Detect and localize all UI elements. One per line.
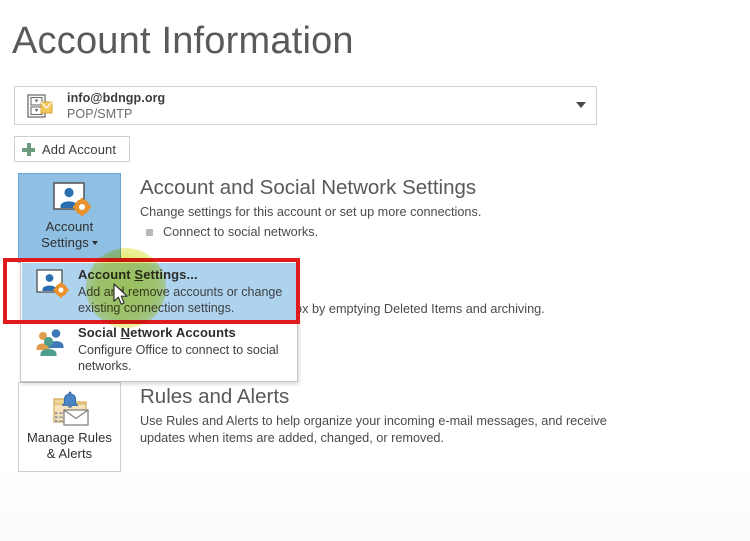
section-bullet-row: Connect to social networks.	[140, 224, 660, 241]
account-email-value: info@bdngp.org	[67, 91, 166, 105]
account-social-section: Account and Social Network Settings Chan…	[140, 176, 660, 241]
account-settings-tile-label: Account Settings	[19, 219, 120, 251]
add-account-button[interactable]: Add Account	[14, 136, 130, 162]
rules-alerts-section: Rules and Alerts Use Rules and Alerts to…	[140, 385, 660, 447]
menu-item-social-network-accounts[interactable]: Social Network Accounts Configure Office…	[22, 321, 298, 379]
caret-down-icon	[91, 241, 98, 246]
section-description: box by emptying Deleted Items and archiv…	[288, 302, 545, 316]
section-title: Account and Social Network Settings	[140, 176, 477, 199]
mail-account-icon	[27, 94, 53, 119]
menu-title-after: etwork Accounts	[130, 325, 236, 340]
menu-title-after: ettings...	[143, 267, 198, 282]
add-account-label: Add Account	[42, 141, 117, 157]
plus-icon	[22, 142, 35, 156]
page-title: Account Information	[12, 20, 354, 62]
section-title: Rules and Alerts	[140, 385, 290, 408]
section-description: Change settings for this account or set …	[140, 205, 482, 219]
outlook-account-information-screen: Account Information info@bdngp.org POP/S…	[0, 0, 750, 541]
menu-item-account-settings[interactable]: Account Settings... Add and remove accou…	[22, 263, 298, 321]
menu-item-title: Social Network Accounts	[78, 325, 236, 340]
manage-rules-alerts-tile[interactable]: Manage Rules & Alerts	[18, 382, 121, 472]
tile-label-line2: Settings	[41, 235, 89, 250]
menu-item-description: Add and remove accounts or change existi…	[78, 285, 283, 315]
account-settings-tile[interactable]: Account Settings	[18, 173, 121, 263]
section-description: Use Rules and Alerts to help organize yo…	[140, 414, 607, 445]
social-people-icon	[34, 327, 70, 357]
account-settings-dropdown-menu: Account Settings... Add and remove accou…	[20, 261, 298, 382]
account-selector-combobox[interactable]: info@bdngp.org POP/SMTP	[14, 86, 597, 125]
rules-alerts-icon	[48, 391, 92, 428]
bullet-square-icon	[146, 229, 153, 236]
tile-label-line1: Manage Rules	[26, 430, 113, 445]
account-type-value: POP/SMTP	[67, 107, 133, 121]
menu-title-accesskey: N	[120, 325, 131, 340]
menu-title-accesskey: S	[134, 267, 144, 282]
chevron-down-icon[interactable]	[576, 102, 586, 108]
section-bullet-text: Connect to social networks.	[163, 225, 319, 239]
person-gear-icon	[49, 182, 91, 217]
menu-title-before: Account	[78, 267, 135, 282]
tile-label-line1: Account	[45, 219, 94, 234]
manage-rules-tile-label: Manage Rules & Alerts	[19, 430, 120, 462]
person-gear-icon	[34, 269, 70, 299]
menu-item-description: Configure Office to connect to social ne…	[78, 343, 279, 373]
tile-label-line2: & Alerts	[46, 446, 93, 461]
menu-item-title: Account Settings...	[78, 267, 198, 282]
menu-title-before: Social	[78, 325, 121, 340]
